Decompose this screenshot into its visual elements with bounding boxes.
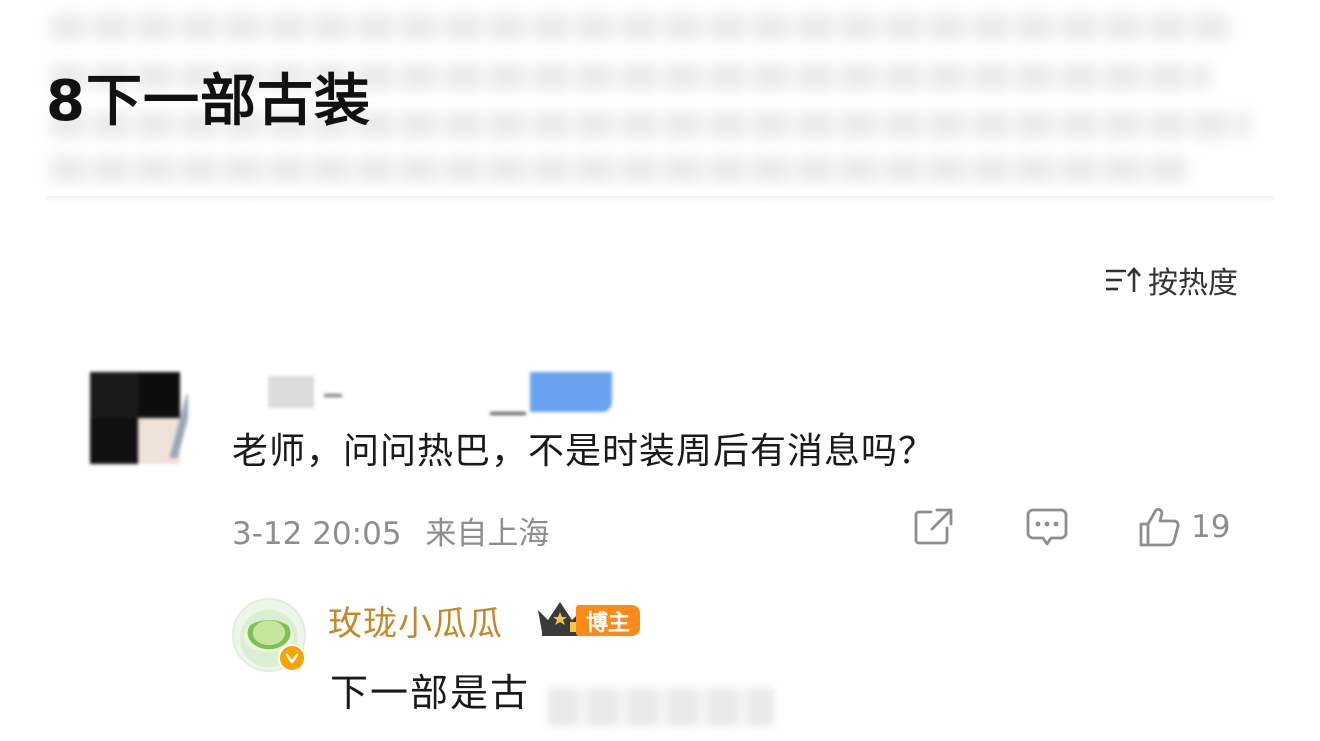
reply-button[interactable] — [1025, 506, 1069, 548]
reply-text: 下一部是古 — [330, 671, 531, 715]
comment-location: 来自上海 — [425, 516, 550, 552]
comment-text: 老师，问问热巴，不是时装周后有消息吗？ — [232, 431, 936, 472]
blurred-username — [230, 372, 630, 418]
sort-label: 按热度 — [1148, 266, 1238, 301]
card-divider — [46, 196, 1274, 202]
sort-descending-icon — [1106, 267, 1141, 292]
blurred-reply-text — [548, 688, 774, 726]
comment-meta: 3-12 20:05 来自上海 — [232, 508, 549, 553]
like-button[interactable]: 19 — [1137, 506, 1230, 548]
sort-toggle[interactable]: 按热度 — [1104, 258, 1238, 302]
like-count: 19 — [1191, 509, 1231, 545]
share-button[interactable] — [913, 506, 955, 546]
blogger-badge-label: 博主 — [586, 610, 631, 636]
blogger-badge: 博主 — [576, 605, 641, 636]
blogger-avatar[interactable] — [232, 598, 306, 672]
page-title: 8下一部古装 — [46, 69, 371, 134]
comment-date: 3-12 20:05 — [232, 516, 402, 552]
share-icon — [914, 508, 953, 545]
reply-author-name[interactable]: 玫珑小瓜瓜 — [328, 596, 503, 645]
verified-badge-icon — [278, 644, 306, 672]
like-icon — [1139, 508, 1180, 547]
reply-icon — [1026, 508, 1068, 546]
avatar[interactable] — [90, 372, 188, 464]
